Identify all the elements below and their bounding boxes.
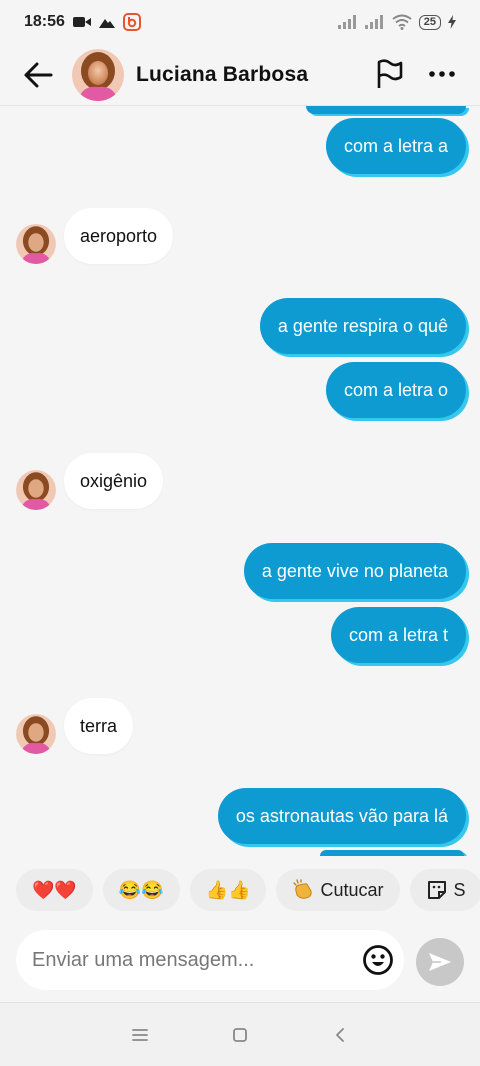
thumbs-up-icon: 👍👍 <box>205 879 251 900</box>
message-list[interactable]: com a letra a aeroporto a gente respira … <box>0 106 480 856</box>
signal-icon <box>364 15 385 29</box>
message-outgoing[interactable]: a gente vive no planeta <box>243 543 466 599</box>
hearts-icon: ❤️❤️ <box>32 879 77 900</box>
quick-reply-label: Cutucar <box>320 879 384 900</box>
quick-reply-laughing[interactable]: 😂😂 <box>102 869 180 911</box>
sender-avatar[interactable] <box>16 470 56 510</box>
more-dots-icon <box>429 71 455 77</box>
send-button[interactable] <box>416 938 464 986</box>
smiley-icon <box>363 945 393 975</box>
nav-back-button[interactable] <box>290 1010 390 1060</box>
status-right: 25 <box>337 14 456 30</box>
more-options-button[interactable] <box>422 54 462 94</box>
chevron-left-icon <box>336 1027 344 1042</box>
status-time: 18:56 <box>24 13 65 30</box>
back-button[interactable] <box>18 55 58 95</box>
sticker-icon <box>427 881 446 899</box>
video-camera-icon <box>72 16 91 28</box>
contact-name[interactable]: Luciana Barbosa <box>136 63 308 87</box>
quick-reply-label: S <box>453 879 466 900</box>
message-bubble-partial <box>306 106 466 114</box>
signal-icon <box>337 15 358 29</box>
send-icon <box>429 953 451 971</box>
status-bar: 18:56 25 <box>0 0 480 44</box>
message-bubble-partial <box>320 850 464 856</box>
emoji-button[interactable] <box>362 944 394 976</box>
wifi-icon <box>392 14 412 30</box>
arrow-left-icon <box>24 62 53 87</box>
quick-reply-hearts[interactable]: ❤️❤️ <box>16 869 93 911</box>
message-incoming[interactable]: terra <box>64 698 134 754</box>
quick-reply-sticker[interactable]: S <box>409 869 480 911</box>
message-incoming[interactable]: aeroporto <box>64 208 174 264</box>
message-outgoing[interactable]: os astronautas vão para lá <box>217 788 466 844</box>
chat-header: Luciana Barbosa <box>0 44 480 106</box>
contact-avatar[interactable] <box>72 48 124 101</box>
message-outgoing[interactable]: com a letra o <box>325 362 466 418</box>
sender-avatar[interactable] <box>16 714 56 754</box>
quick-reply-thumbs-up[interactable]: 👍👍 <box>189 869 267 911</box>
message-incoming[interactable]: oxigênio <box>64 453 164 509</box>
laughing-icon: 😂😂 <box>118 879 164 900</box>
message-outgoing[interactable]: com a letra a <box>325 118 466 174</box>
flag-icon <box>377 59 403 88</box>
clap-hand-icon <box>293 879 313 899</box>
status-left: 18:56 <box>24 13 141 31</box>
charging-icon <box>448 15 456 29</box>
quick-reply-bar: ❤️❤️ 😂😂 👍👍 Cutucar S <box>0 862 480 918</box>
report-button[interactable] <box>370 54 410 94</box>
quick-reply-nudge[interactable]: Cutucar <box>276 869 400 911</box>
message-outgoing[interactable]: a gente respira o quê <box>259 298 466 354</box>
mountain-icon <box>98 16 115 28</box>
message-input[interactable] <box>32 948 352 972</box>
sender-avatar[interactable] <box>16 224 56 264</box>
battery-indicator: 25 <box>418 14 441 30</box>
app-notification-icon <box>122 13 141 31</box>
system-navigation-bar <box>0 1002 480 1066</box>
message-composer <box>16 930 404 990</box>
menu-lines-icon <box>132 1028 148 1041</box>
nav-recents-button[interactable] <box>90 1010 190 1060</box>
message-outgoing[interactable]: com a letra t <box>330 607 466 663</box>
square-icon <box>233 1027 247 1042</box>
nav-home-button[interactable] <box>190 1010 290 1060</box>
